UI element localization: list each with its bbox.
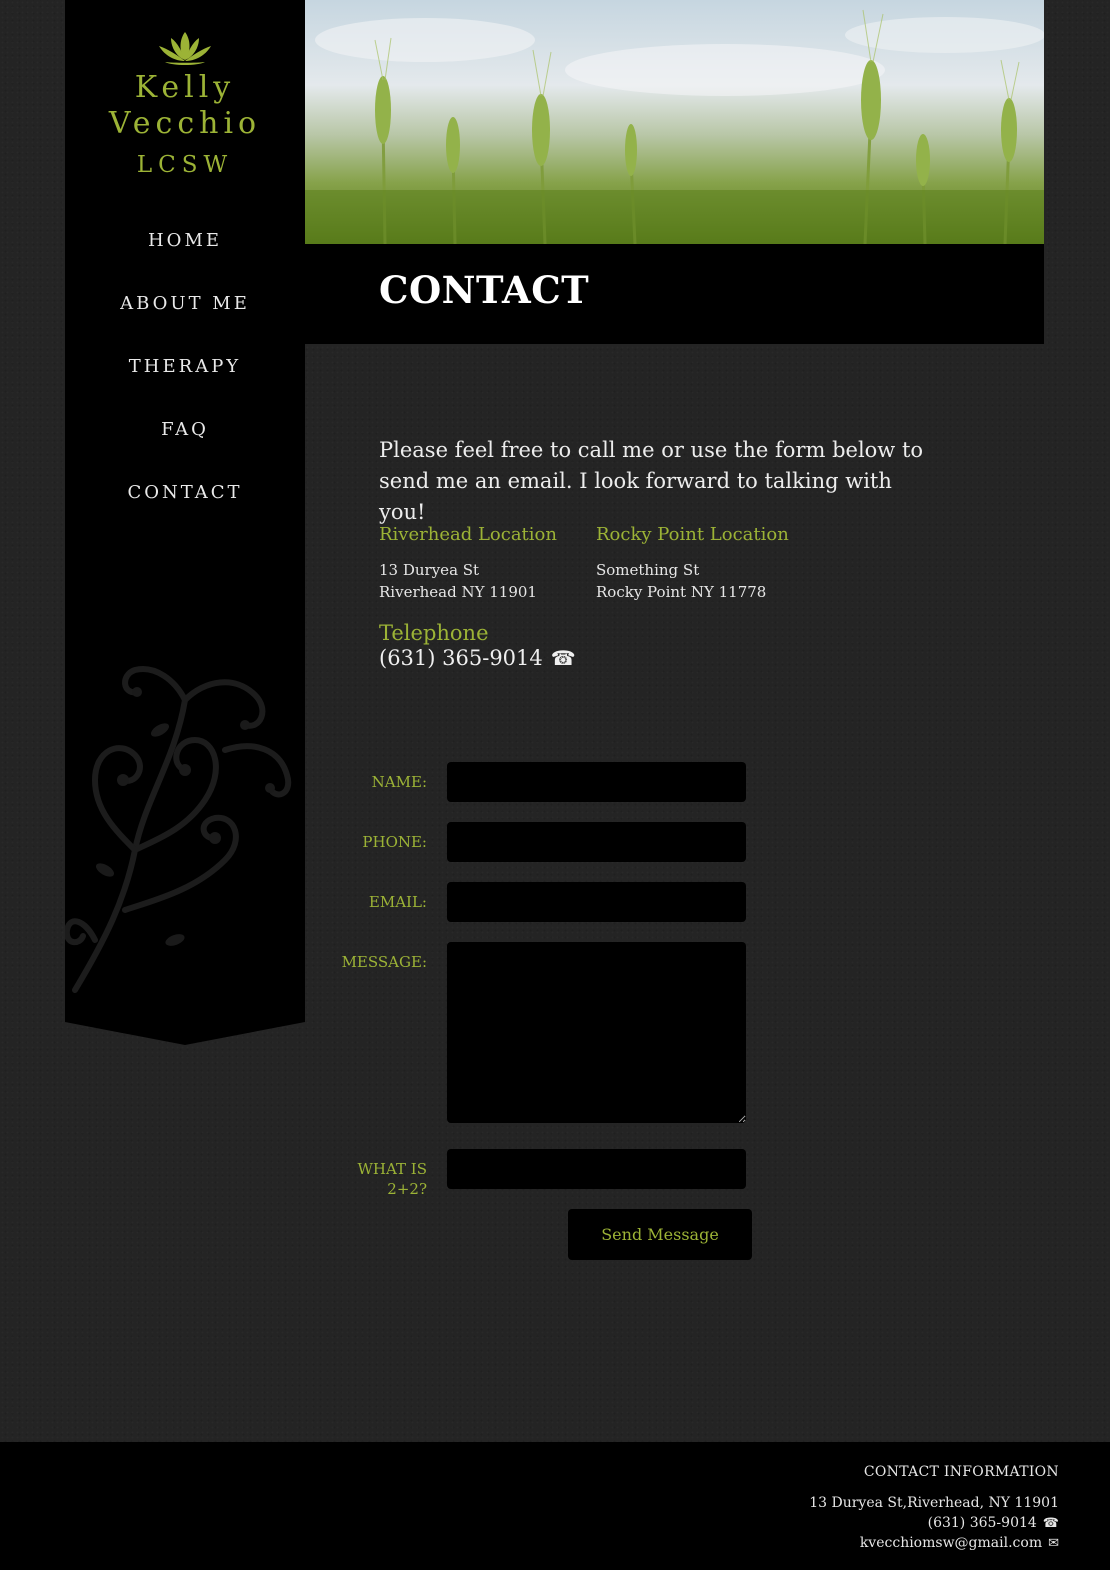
brand-credential[interactable]: LCSW [65,152,305,178]
page-title: CONTACT [379,268,590,312]
location-rocky-point-street: Something St [596,561,700,579]
lotus-logo-icon[interactable] [157,30,213,66]
location-heading-riverhead: Riverhead Location [379,524,557,545]
footer-email-row: kvecchiomsw@gmail.com ✉ [860,1535,1059,1551]
location-riverhead-city: Riverhead NY 11901 [379,583,537,601]
header-wheat-image [305,0,1044,244]
name-label: NAME: [371,773,427,791]
message-textarea[interactable] [447,942,746,1123]
send-message-button[interactable]: Send Message [568,1209,752,1260]
phone-label: PHONE: [362,833,427,851]
captcha-label-line2: 2+2? [387,1180,427,1198]
envelope-icon: ✉ [1048,1536,1059,1551]
brand-name-last[interactable]: Vecchio [65,106,305,141]
wheat-field-illustration [305,0,1044,244]
footer-heading: CONTACT INFORMATION [863,1464,1059,1480]
intro-text: Please feel free to call me or use the f… [379,438,924,524]
main-nav: HOME ABOUT ME THERAPY FAQ CONTACT [65,225,305,540]
telephone-heading: Telephone [379,621,489,645]
captcha-label: WHAT IS 2+2? [307,1159,428,1199]
location-heading-rocky-point: Rocky Point Location [596,524,789,545]
name-input[interactable] [447,762,746,802]
telephone-number[interactable]: (631) 365-9014 [379,646,543,670]
nav-item-faq[interactable]: FAQ [65,414,305,477]
message-label: MESSAGE: [341,953,427,971]
page-title-band: CONTACT [305,244,1044,344]
telephone-icon: ☎ [1042,1516,1059,1531]
phone-input[interactable] [447,822,746,862]
footer-email[interactable]: kvecchiomsw@gmail.com [860,1535,1042,1551]
telephone-row: (631) 365-9014 ☎ [379,646,576,670]
nav-item-about-me[interactable]: ABOUT ME [65,288,305,351]
footer-phone[interactable]: (631) 365-9014 [928,1515,1037,1531]
sidebar: Kelly Vecchio LCSW HOME ABOUT ME THERAPY… [65,0,305,1045]
decorative-flourish [65,666,292,993]
captcha-label-line1: WHAT IS [357,1160,428,1178]
location-rocky-point-city: Rocky Point NY 11778 [596,583,767,601]
brand-name-first[interactable]: Kelly [65,70,305,105]
email-input[interactable] [447,882,746,922]
nav-item-home[interactable]: HOME [65,225,305,288]
footer-address: 13 Duryea St,Riverhead, NY 11901 [809,1495,1059,1511]
email-label: EMAIL: [368,893,427,911]
footer-phone-row: (631) 365-9014 ☎ [928,1515,1059,1531]
nav-item-therapy[interactable]: THERAPY [65,351,305,414]
telephone-icon: ☎ [550,646,576,670]
footer: CONTACT INFORMATION 13 Duryea St,Riverhe… [0,1442,1110,1570]
location-riverhead-street: 13 Duryea St [379,561,480,579]
captcha-input[interactable] [447,1149,746,1189]
nav-item-contact[interactable]: CONTACT [65,477,305,540]
